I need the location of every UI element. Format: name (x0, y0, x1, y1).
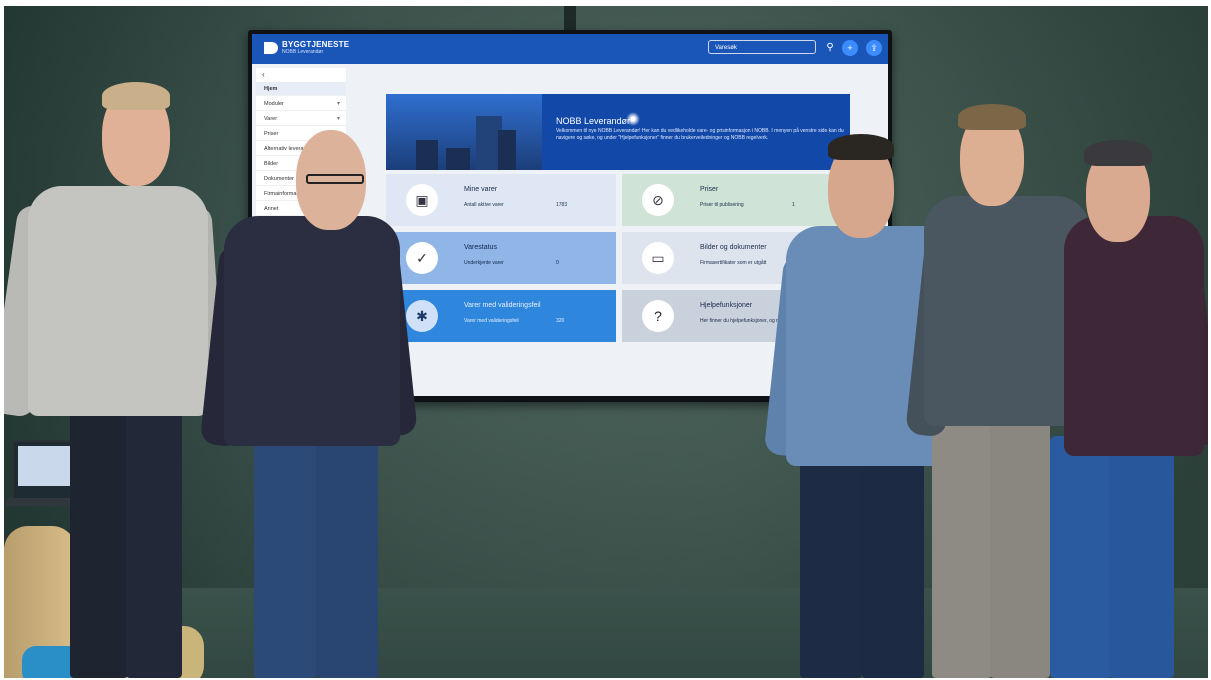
sidebar-item-hjem[interactable]: Hjem (256, 82, 346, 96)
app-header: BYGGTJENESTE NOBB Leverandør Varesøk ⚲ +… (252, 34, 888, 64)
card-title: Bilder og dokumenter (700, 244, 767, 251)
sidebar-item-label: Dokumenter (264, 176, 294, 182)
sidebar-item-label: Varer (264, 116, 278, 122)
bug-icon: ✱ (406, 300, 438, 332)
card-title: Varer med valideringsfeil (464, 302, 541, 309)
add-icon[interactable]: + (842, 40, 858, 56)
chevron-down-icon: ▾ (336, 101, 340, 107)
card-value: 1783 (556, 202, 568, 208)
card-title: Varestatus (464, 244, 497, 251)
chevron-down-icon: ▾ (336, 116, 340, 122)
card-subtitle: Antall aktive varer (464, 202, 504, 208)
welcome-banner: NOBB Leverandør Velkommen til nye NOBB L… (386, 94, 850, 170)
check-circle-icon: ✓ (406, 242, 438, 274)
banner-image (386, 94, 542, 170)
dashboard-card[interactable]: ▣ Mine varer Antall aktive varer 1783 (386, 174, 616, 226)
search-input[interactable]: Varesøk (708, 40, 816, 54)
card-value: 0 (556, 260, 559, 266)
dashboard-card[interactable]: ⊘ Priser Priser til publisering 1 (622, 174, 852, 226)
sidebar-item-label: Bilder (264, 161, 279, 167)
sidebar-item-label: Priser (264, 131, 279, 137)
card-subtitle: Firmasertifikater som er utgått (700, 260, 767, 266)
sidebar-item-label: Hjem (264, 86, 278, 92)
dashboard-card[interactable]: ✱ Varer med valideringsfeil Varer med vali… (386, 290, 616, 342)
laptop (6, 440, 76, 506)
wall-mount (564, 6, 576, 32)
collapse-icon[interactable]: ‹ (262, 70, 265, 79)
sidebar-item-label: Moduler (264, 101, 284, 107)
sidebar-item-varer[interactable]: Varer ▾ (256, 112, 346, 126)
brand-subtitle: NOBB Leverandør (282, 49, 324, 55)
no-price-icon: ⊘ (642, 184, 674, 216)
card-value: 1 (792, 202, 795, 208)
help-icon: ? (642, 300, 674, 332)
dashboard-card[interactable]: ✓ Varestatus Underkjente varer 0 (386, 232, 616, 284)
card-title: Mine varer (464, 186, 498, 193)
banner-title: NOBB Leverandør (556, 116, 631, 126)
photo: BYGGTJENESTE NOBB Leverandør Varesøk ⚲ +… (4, 6, 1208, 678)
card-value: 320 (556, 318, 565, 324)
brand-name: BYGGTJENESTE (282, 40, 350, 49)
upload-icon[interactable]: ⇪ (866, 40, 882, 56)
card-subtitle: Priser til publisering (700, 202, 744, 208)
folder-icon: ▭ (642, 242, 674, 274)
sidebar-item-label: Annet (264, 206, 279, 212)
card-subtitle: Underkjente varer (464, 260, 504, 266)
sidebar-item-moduler[interactable]: Moduler ▾ (256, 97, 346, 111)
card-title: Priser (700, 186, 719, 193)
search-icon[interactable]: ⚲ (822, 40, 838, 56)
cube-icon: ▣ (406, 184, 438, 216)
brand-logo-icon (264, 42, 278, 54)
card-subtitle: Varer med valideringsfeil (464, 318, 519, 324)
card-title: Hjelpefunksjoner (700, 302, 753, 309)
banner-text: Velkommen til nye NOBB Leverandør! Her k… (556, 128, 844, 141)
